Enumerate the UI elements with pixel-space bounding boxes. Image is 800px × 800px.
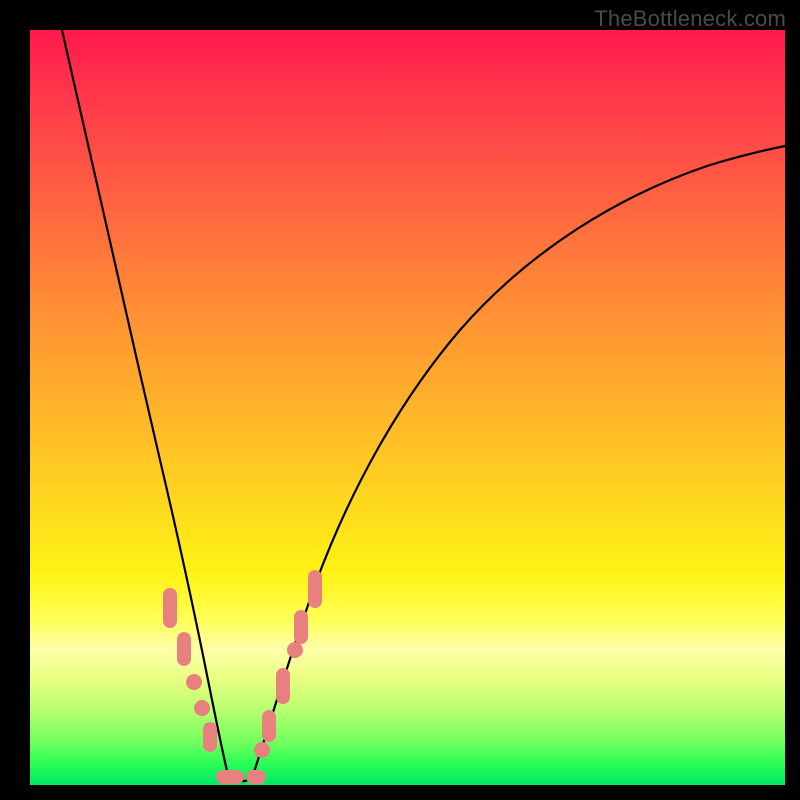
marker-dot xyxy=(203,722,217,752)
marker-dot xyxy=(194,700,210,716)
marker-dot xyxy=(186,674,202,690)
left-curve xyxy=(62,30,228,775)
marker-dot xyxy=(177,632,191,666)
marker-dot xyxy=(246,770,266,784)
marker-dot xyxy=(276,668,290,704)
marker-dot xyxy=(287,642,303,658)
right-curve xyxy=(252,146,785,778)
curve-svg xyxy=(30,30,785,785)
marker-dot xyxy=(262,710,276,742)
marker-dot xyxy=(254,742,270,758)
marker-dot xyxy=(216,770,244,784)
marker-group xyxy=(163,570,322,784)
chart-frame: TheBottleneck.com xyxy=(0,0,800,800)
marker-dot xyxy=(308,570,322,608)
marker-dot xyxy=(294,610,308,644)
watermark-text: TheBottleneck.com xyxy=(594,6,786,32)
marker-dot xyxy=(163,588,177,628)
plot-area xyxy=(30,30,785,785)
